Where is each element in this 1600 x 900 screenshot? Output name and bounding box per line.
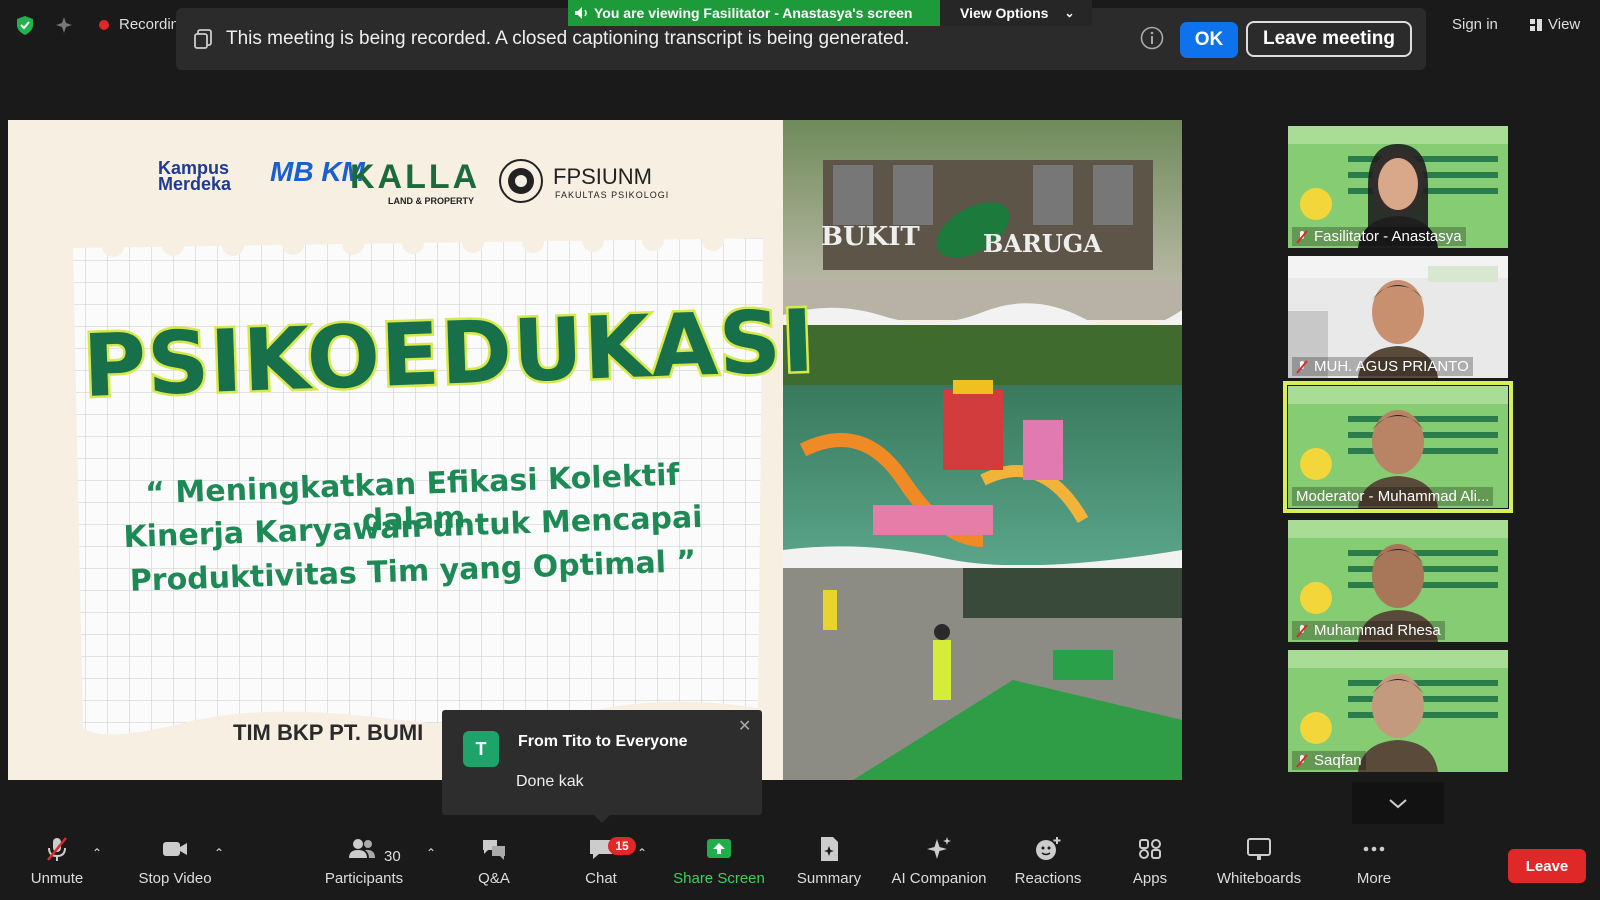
participant-name-tag: Saqfan [1292, 751, 1366, 770]
share-screen-label: Share Screen [673, 870, 765, 887]
ai-companion-sparkle-icon [927, 837, 951, 859]
ai-companion-button[interactable]: AI Companion [888, 836, 990, 887]
participant-name-tag: Muhammad Rhesa [1292, 621, 1445, 640]
fpsi-unm-logo: FPSIUNM [553, 164, 652, 189]
participants-options-caret-icon[interactable]: ⌃ [426, 846, 436, 860]
share-screen-icon [707, 839, 731, 858]
chat-options-caret-icon[interactable]: ⌃ [637, 846, 647, 860]
participants-label: Participants [324, 870, 404, 887]
participant-name: Moderator - Muhammad Ali... [1296, 488, 1490, 505]
copy-notice-icon [194, 29, 212, 49]
view-layout-button[interactable]: View [1530, 16, 1580, 33]
kalla-logo: KALLA [350, 158, 481, 196]
video-options-caret-icon[interactable]: ⌃ [214, 846, 224, 860]
view-label: View [1548, 16, 1581, 33]
chat-unread-badge: 15 [608, 837, 636, 855]
summary-label: Summary [796, 870, 862, 887]
apps-button[interactable]: Apps [1128, 836, 1172, 887]
ai-companion-label: AI Companion [891, 870, 987, 887]
speaker-icon [575, 7, 587, 19]
participant-tile[interactable]: Saqfan [1288, 650, 1508, 772]
grid-layout-icon [1530, 18, 1542, 31]
chat-sender-avatar: T [463, 731, 499, 767]
slide-photo-collage: BUKIT BARUGA [783, 120, 1182, 780]
more-dots-icon [1363, 846, 1385, 852]
qa-icon [483, 840, 505, 860]
apps-icon [1139, 839, 1161, 859]
view-options-label: View Options [960, 5, 1049, 21]
more-button[interactable]: More [1352, 836, 1396, 887]
participant-name-tag: MUH. AGUS PRIANTO [1292, 357, 1473, 376]
shared-screen[interactable]: BUKIT BARUGA Kampus Merdeka MB KM KALLA … [8, 120, 1182, 780]
view-options-dropdown[interactable]: View Options ⌄ [940, 0, 1092, 26]
leave-button[interactable]: Leave [1508, 849, 1586, 883]
stop-video-label: Stop Video [138, 870, 212, 887]
chat-notification-pointer [594, 815, 610, 823]
chevron-down-icon [1389, 799, 1407, 809]
participant-tile[interactable]: Muhammad Rhesa [1288, 520, 1508, 642]
recording-notice-text: This meeting is being recorded. A closed… [226, 28, 910, 49]
reactions-button[interactable]: Reactions [1012, 836, 1084, 887]
participant-name: Muhammad Rhesa [1314, 622, 1441, 639]
participant-name: MUH. AGUS PRIANTO [1314, 358, 1469, 375]
share-screen-button[interactable]: Share Screen [670, 836, 768, 887]
chat-notification-message: Done kak [516, 773, 584, 790]
unmute-button[interactable]: Unmute [22, 836, 92, 887]
info-icon[interactable] [1140, 26, 1164, 50]
participant-name: Saqfan [1314, 752, 1362, 769]
stop-video-button[interactable]: Stop Video [130, 836, 220, 887]
microphone-muted-icon [1296, 623, 1308, 638]
whiteboards-button[interactable]: Whiteboards [1210, 836, 1308, 887]
ai-sparkle-icon[interactable] [53, 14, 75, 36]
unm-seal-logo [499, 159, 543, 203]
microphone-muted-icon [1296, 229, 1308, 244]
photo-sign-bukit: BUKIT [821, 222, 920, 252]
viewing-banner-text: You are viewing Fasilitator - Anastasya'… [594, 5, 913, 21]
participants-icon [349, 839, 375, 858]
recording-dot-icon [99, 20, 109, 30]
smiley-plus-icon [1036, 837, 1061, 860]
security-shield-icon[interactable] [14, 14, 36, 36]
participant-tile[interactable]: MUH. AGUS PRIANTO [1288, 256, 1508, 378]
chat-notification-title: From Tito to Everyone [518, 733, 688, 750]
photo-sign-baruga: BARUGA [983, 229, 1102, 258]
audio-options-caret-icon[interactable]: ⌃ [92, 846, 102, 860]
whiteboard-icon [1247, 838, 1271, 860]
participant-tile[interactable]: Fasilitator - Anastasya [1288, 126, 1508, 248]
reactions-label: Reactions [1014, 870, 1082, 887]
chevron-down-icon: ⌄ [1064, 6, 1075, 20]
participant-tile[interactable]: Moderator - Muhammad Ali... [1283, 381, 1513, 513]
more-label: More [1356, 870, 1392, 887]
unmute-label: Unmute [30, 870, 84, 887]
viewing-banner: You are viewing Fasilitator - Anastasya'… [568, 0, 940, 26]
participant-name-tag: Moderator - Muhammad Ali... [1292, 487, 1494, 506]
participants-count: 30 [384, 848, 401, 865]
microphone-muted-icon [47, 837, 67, 861]
close-icon[interactable]: ✕ [738, 716, 751, 736]
sign-in-link[interactable]: Sign in [1452, 16, 1498, 33]
summary-button[interactable]: Summary [792, 836, 866, 887]
kampus-merdeka-logo: Kampus Merdeka [158, 159, 232, 194]
whiteboards-label: Whiteboards [1216, 870, 1302, 887]
recording-label[interactable]: Recordin [119, 16, 179, 33]
fpsi-logo-subtext: FAKULTAS PSIKOLOGI [555, 190, 670, 200]
ok-button[interactable]: OK [1180, 22, 1238, 58]
slide-team-label: TIM BKP PT. BUMI [233, 720, 424, 745]
microphone-muted-icon [1296, 753, 1308, 768]
microphone-muted-icon [1296, 359, 1308, 374]
qa-button[interactable]: Q&A [468, 836, 520, 887]
logo-text-merdeka: Merdeka [158, 174, 232, 194]
participant-name: Fasilitator - Anastasya [1314, 228, 1462, 245]
participant-name-tag: Fasilitator - Anastasya [1292, 227, 1466, 246]
video-camera-icon [163, 842, 187, 856]
leave-meeting-button[interactable]: Leave meeting [1246, 21, 1412, 57]
chat-label: Chat [585, 870, 617, 887]
apps-label: Apps [1132, 870, 1168, 887]
summary-document-icon [821, 837, 838, 861]
gallery-scroll-down-button[interactable] [1352, 782, 1444, 824]
qa-label: Q&A [478, 870, 510, 887]
kalla-logo-subtext: LAND & PROPERTY [388, 196, 475, 206]
